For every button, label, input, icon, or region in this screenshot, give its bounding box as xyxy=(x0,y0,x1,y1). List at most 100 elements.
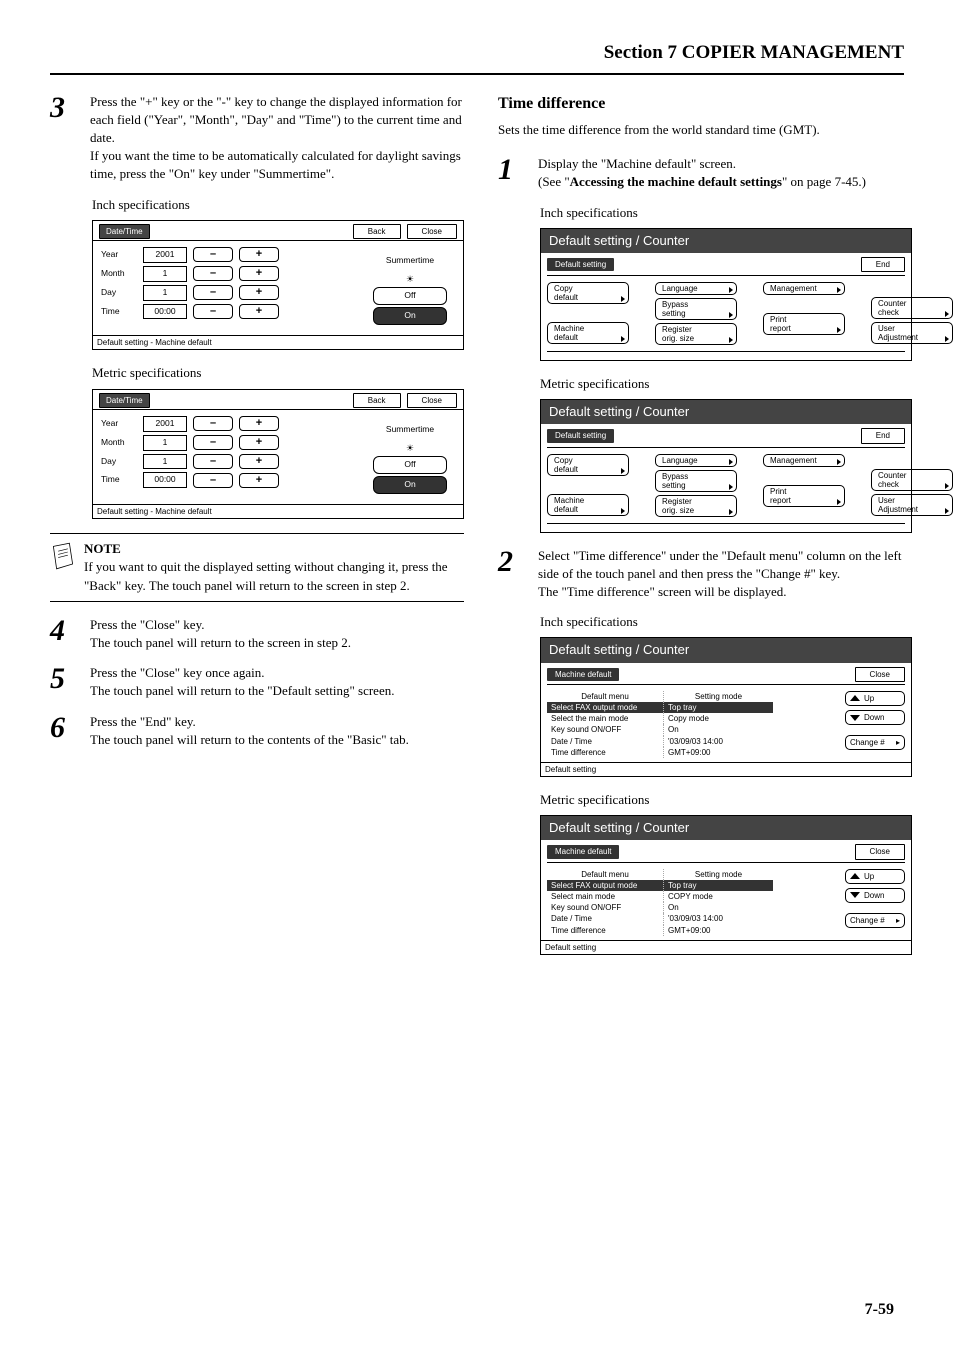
machine-default-button[interactable]: Machine default xyxy=(547,494,629,516)
caption-metric: Metric specifications xyxy=(540,791,912,809)
language-button[interactable]: Language xyxy=(655,454,737,467)
user-adjustment-button[interactable]: User Adjustment xyxy=(871,494,953,516)
panel-tag: Default setting xyxy=(547,429,614,442)
note-body: If you want to quit the displayed settin… xyxy=(84,558,464,594)
register-orig-size-button[interactable]: Register orig. size xyxy=(655,323,737,345)
end-button[interactable]: End xyxy=(861,428,905,443)
table-row[interactable]: Time differenceGMT+09:00 xyxy=(547,747,773,758)
caption-metric: Metric specifications xyxy=(92,364,464,382)
table-row[interactable]: Select FAX output modeTop tray xyxy=(547,880,773,891)
col-header: Setting mode xyxy=(663,869,773,880)
counter-check-button[interactable]: Counter check xyxy=(871,469,953,491)
panel-tag: Date/Time xyxy=(99,224,150,239)
table-row[interactable]: Date / Time'03/09/03 14:00 xyxy=(547,736,773,747)
copy-default-button[interactable]: Copy default xyxy=(547,282,629,304)
plus-button[interactable]: + xyxy=(239,416,279,431)
machine-default-button[interactable]: Machine default xyxy=(547,322,629,344)
caption-inch: Inch specifications xyxy=(92,196,464,214)
minus-button[interactable]: – xyxy=(193,285,233,300)
down-button[interactable]: Down xyxy=(845,710,905,725)
note-title: NOTE xyxy=(84,540,464,558)
plus-button[interactable]: + xyxy=(239,304,279,319)
register-orig-size-button[interactable]: Register orig. size xyxy=(655,495,737,517)
minus-button[interactable]: – xyxy=(193,266,233,281)
down-button[interactable]: Down xyxy=(845,888,905,903)
minus-button[interactable]: – xyxy=(193,304,233,319)
counter-check-button[interactable]: Counter check xyxy=(871,297,953,319)
user-adjustment-button[interactable]: User Adjustment xyxy=(871,322,953,344)
step-number: 2 xyxy=(498,547,524,602)
step-text: Press the "Close" key once again. xyxy=(90,664,464,682)
minus-button[interactable]: – xyxy=(193,473,233,488)
plus-button[interactable]: + xyxy=(239,285,279,300)
minus-button[interactable]: – xyxy=(193,247,233,262)
bypass-setting-button[interactable]: Bypass setting xyxy=(655,298,737,320)
table-row[interactable]: Select main modeCOPY mode xyxy=(547,891,773,902)
up-button[interactable]: Up xyxy=(845,869,905,884)
minus-button[interactable]: – xyxy=(193,435,233,450)
off-button[interactable]: Off xyxy=(373,456,447,474)
plus-button[interactable]: + xyxy=(239,247,279,262)
close-button[interactable]: Close xyxy=(407,224,457,239)
datetime-rows: Year2001–+ Month1–+ Day1–+ Time00:00–+ xyxy=(101,247,279,327)
print-report-button[interactable]: Print report xyxy=(763,485,845,507)
minus-button[interactable]: – xyxy=(193,416,233,431)
menu-table: Default menuSetting mode Select FAX outp… xyxy=(547,691,773,758)
table-row[interactable]: Date / Time'03/09/03 14:00 xyxy=(547,913,773,924)
bypass-setting-button[interactable]: Bypass setting xyxy=(655,470,737,492)
step-1: 1 Display the "Machine default" screen. … xyxy=(498,155,912,191)
close-button[interactable]: Close xyxy=(855,667,905,682)
page-header: Section 7 COPIER MANAGEMENT xyxy=(50,40,904,75)
plus-button[interactable]: + xyxy=(239,266,279,281)
language-button[interactable]: Language xyxy=(655,282,737,295)
panel-title: Default setting / Counter xyxy=(541,816,911,840)
section-heading: Time difference xyxy=(498,93,912,115)
caption-inch: Inch specifications xyxy=(540,204,912,222)
triangle-down-icon xyxy=(850,892,860,898)
panel-tag: Default setting xyxy=(547,258,614,271)
close-button[interactable]: Close xyxy=(407,393,457,408)
up-button[interactable]: Up xyxy=(845,691,905,706)
step-number: 3 xyxy=(50,93,76,184)
on-button[interactable]: On xyxy=(373,307,447,325)
plus-button[interactable]: + xyxy=(239,454,279,469)
management-button[interactable]: Management xyxy=(763,454,845,467)
panel-tag: Machine default xyxy=(547,668,619,681)
change-button[interactable]: Change #▸ xyxy=(845,913,905,928)
field-label: Day xyxy=(101,287,137,299)
triangle-down-icon xyxy=(850,715,860,721)
panel-footer: Default setting - Machine default xyxy=(93,335,463,349)
end-button[interactable]: End xyxy=(861,257,905,272)
plus-button[interactable]: + xyxy=(239,435,279,450)
off-button[interactable]: Off xyxy=(373,287,447,305)
summertime-label: Summertime xyxy=(365,255,455,267)
change-button[interactable]: Change #▸ xyxy=(845,735,905,750)
caption-inch: Inch specifications xyxy=(540,613,912,631)
table-row[interactable]: Key sound ON/OFFOn xyxy=(547,724,773,735)
back-button[interactable]: Back xyxy=(353,224,401,239)
step-text: (See "Accessing the machine default sett… xyxy=(538,173,912,191)
management-button[interactable]: Management xyxy=(763,282,845,295)
table-row[interactable]: Time differenceGMT+09:00 xyxy=(547,925,773,936)
step-text: Press the "+" key or the "-" key to chan… xyxy=(90,93,464,148)
minus-button[interactable]: – xyxy=(193,454,233,469)
table-row[interactable]: Select FAX output modeTop tray xyxy=(547,702,773,713)
field-value: 1 xyxy=(143,435,187,451)
print-report-button[interactable]: Print report xyxy=(763,313,845,335)
machine-default-panel: Default setting / Counter Machine defaul… xyxy=(540,815,912,955)
back-button[interactable]: Back xyxy=(353,393,401,408)
step-text: Press the "End" key. xyxy=(90,713,464,731)
copy-default-button[interactable]: Copy default xyxy=(547,454,629,476)
close-button[interactable]: Close xyxy=(855,844,905,859)
triangle-up-icon xyxy=(850,695,860,701)
step-6: 6 Press the "End" key.The touch panel wi… xyxy=(50,713,464,749)
field-label: Year xyxy=(101,249,137,261)
on-button[interactable]: On xyxy=(373,476,447,494)
table-row[interactable]: Key sound ON/OFFOn xyxy=(547,902,773,913)
table-row[interactable]: Select the main modeCopy mode xyxy=(547,713,773,724)
col-header: Default menu xyxy=(547,869,663,880)
datetime-panel: Date/Time Back Close Year2001–+ Month1–+… xyxy=(92,389,464,520)
plus-button[interactable]: + xyxy=(239,473,279,488)
step-text: Press the "Close" key. xyxy=(90,616,464,634)
step-number: 1 xyxy=(498,155,524,191)
